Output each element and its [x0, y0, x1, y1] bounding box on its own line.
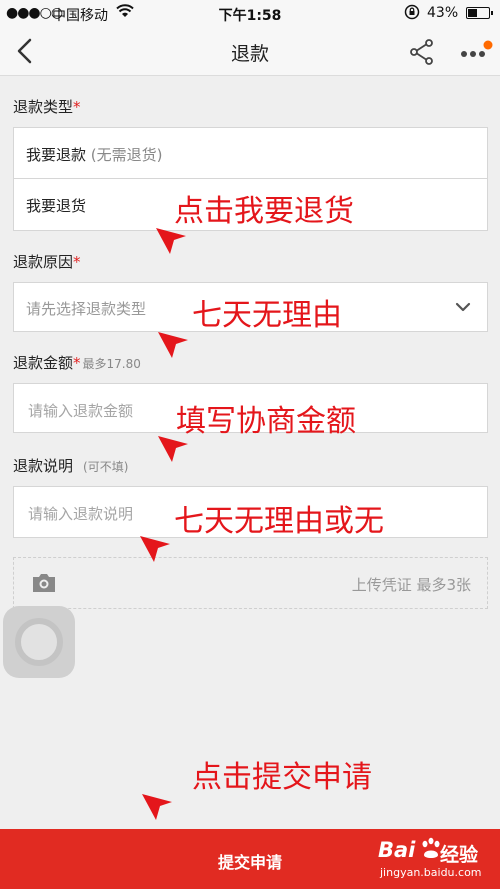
- assistive-touch-button[interactable]: [3, 606, 75, 678]
- annotation-text: 点击我要退货: [174, 194, 354, 229]
- upload-proof-label: 上传凭证 最多3张: [351, 576, 471, 594]
- battery-icon: [466, 7, 493, 19]
- refund-type-label: 退款类型*: [13, 98, 81, 116]
- watermark-logo-text: Bai: [378, 838, 416, 862]
- status-bar: ●●●○○ 中国移动 下午1:58 43%: [0, 0, 500, 28]
- annotation-arrow-icon: [140, 536, 170, 562]
- watermark-brand: 经验: [440, 844, 479, 866]
- return-goods-label: 我要退货: [26, 197, 87, 215]
- annotation-arrow-icon: [158, 332, 188, 358]
- required-mark: *: [73, 98, 81, 116]
- camera-icon: [31, 572, 57, 594]
- annotation-text: 填写协商金额: [176, 404, 356, 439]
- rotation-lock-icon: [404, 4, 420, 24]
- optional-hint: (可不填): [83, 460, 129, 474]
- no-return-note: (无需退货): [90, 146, 163, 164]
- baidu-jingyan-watermark: Bai 经验 jingyan.baidu.com: [378, 836, 496, 884]
- chevron-down-icon: [453, 297, 473, 317]
- max-amount-hint: 最多17.80: [82, 357, 141, 371]
- refund-desc-label: 退款说明 (可不填): [13, 457, 129, 475]
- refund-desc-placeholder: 请输入退款说明: [28, 505, 134, 523]
- battery-percent: 43%: [427, 5, 459, 21]
- paw-icon: [420, 837, 442, 861]
- required-mark: *: [73, 354, 81, 372]
- watermark-url: jingyan.baidu.com: [380, 866, 482, 879]
- annotation-text: 七天无理由或无: [174, 504, 384, 539]
- annotation-text: 七天无理由: [192, 298, 342, 333]
- refund-only-label: 我要退款: [26, 146, 87, 164]
- annotation-text: 点击提交申请: [192, 760, 372, 795]
- assistive-touch-icon: [15, 618, 63, 666]
- required-mark: *: [73, 253, 81, 271]
- annotation-arrow-icon: [142, 794, 172, 820]
- refund-reason-label: 退款原因*: [13, 253, 81, 271]
- share-icon[interactable]: [408, 37, 436, 67]
- upload-proof-button[interactable]: 上传凭证 最多3张: [13, 557, 488, 609]
- refund-amount-placeholder: 请输入退款金额: [28, 402, 134, 420]
- clock: 下午1:58: [218, 8, 282, 24]
- nav-bar: 退款: [0, 28, 500, 76]
- annotation-arrow-icon: [156, 228, 186, 254]
- annotation-arrow-icon: [158, 436, 188, 462]
- refund-reason-placeholder: 请先选择退款类型: [26, 300, 147, 318]
- more-icon[interactable]: [458, 40, 494, 64]
- refund-amount-label: 退款金额* 最多17.80: [13, 354, 141, 372]
- refund-only-option[interactable]: 我要退款 (无需退货): [13, 127, 488, 179]
